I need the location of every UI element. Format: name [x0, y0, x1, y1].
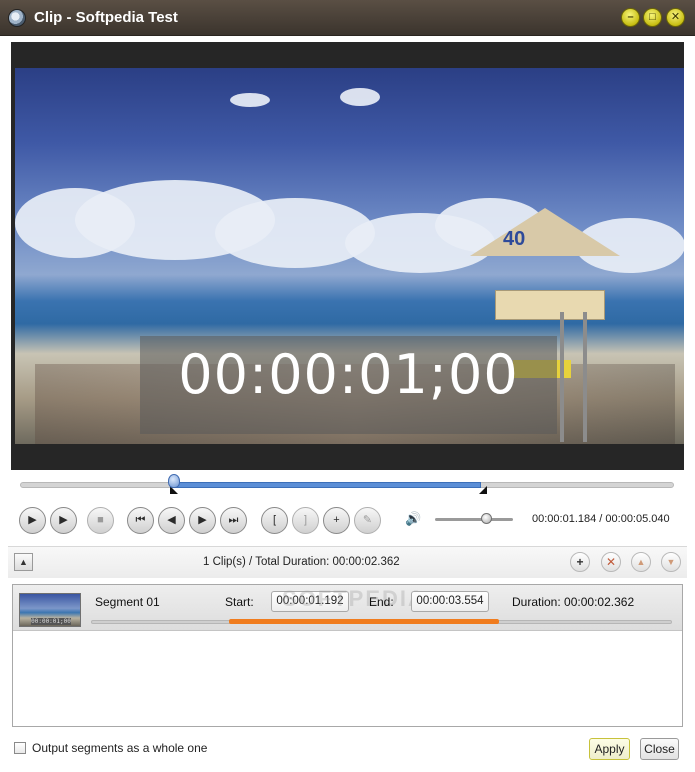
- maximize-icon: □: [649, 11, 656, 23]
- segment-name: Segment 01: [95, 595, 160, 609]
- edit-button[interactable]: ✎: [354, 507, 381, 534]
- current-time: 00:00:01.184: [532, 513, 597, 525]
- pencil-icon: ✎: [362, 514, 373, 526]
- close-window-button[interactable]: ✕: [666, 8, 685, 27]
- play-icon: ▶: [28, 514, 37, 526]
- playhead-handle[interactable]: [167, 474, 180, 488]
- window-title: Clip - Softpedia Test: [34, 9, 178, 26]
- timeline-selection[interactable]: [174, 482, 482, 488]
- tower-sign: 40: [503, 228, 526, 250]
- next-frame-button[interactable]: ▶: [189, 507, 216, 534]
- move-up-icon: ▲: [636, 557, 646, 567]
- film-reel-icon: [8, 9, 26, 27]
- time-readout: 00:00:01.184 / 00:00:05.040: [532, 513, 670, 525]
- skip-end-icon: ⏭: [228, 514, 239, 526]
- start-label: Start:: [225, 595, 254, 609]
- volume-handle[interactable]: [480, 513, 492, 524]
- output-whole-checkbox[interactable]: [14, 742, 26, 754]
- duration-value: 00:00:02.362: [564, 595, 635, 609]
- step-back-icon: ◀: [167, 514, 176, 526]
- set-end-button[interactable]: ]: [292, 507, 319, 534]
- mark-out-icon: ]: [303, 514, 308, 526]
- total-time: 00:00:05.040: [605, 513, 670, 525]
- go-to-start-button[interactable]: ⏮: [127, 507, 154, 534]
- end-time-field[interactable]: 00:00:03.554: [411, 591, 489, 612]
- segment-duration: Duration: 00:00:02.362: [512, 595, 634, 609]
- delete-icon: ✕: [605, 555, 617, 569]
- apply-button[interactable]: Apply: [589, 738, 630, 760]
- minimize-icon: –: [627, 11, 634, 23]
- set-start-button[interactable]: [: [261, 507, 288, 534]
- skip-start-icon: ⏮: [135, 514, 146, 526]
- collapse-button[interactable]: ▲: [14, 553, 33, 571]
- mark-in-icon: [: [272, 514, 277, 526]
- stop-button[interactable]: ■: [87, 507, 114, 534]
- move-down-icon: ▼: [666, 557, 676, 567]
- end-marker[interactable]: [479, 486, 488, 494]
- timecode-overlay: 00:00:01;00: [178, 343, 519, 406]
- previous-frame-button[interactable]: ◀: [158, 507, 185, 534]
- speaker-icon[interactable]: 🔊: [405, 511, 421, 527]
- lifeguard-tower-roof: [470, 208, 620, 256]
- cloud: [230, 93, 270, 107]
- triangle-up-icon: ▲: [19, 557, 28, 567]
- duration-label: Duration:: [512, 595, 561, 609]
- minimize-button[interactable]: –: [621, 8, 640, 27]
- close-button[interactable]: Close: [640, 738, 679, 760]
- add-document-icon: +: [333, 514, 340, 526]
- tower-pole: [560, 312, 564, 442]
- add-icon: +: [576, 555, 584, 569]
- move-down-button[interactable]: ▼: [661, 552, 681, 572]
- output-whole-label[interactable]: Output segments as a whole one: [32, 741, 207, 755]
- maximize-button[interactable]: □: [643, 8, 662, 27]
- segment-thumbnail-time: 00:00:01;00: [31, 618, 71, 625]
- stop-icon: ■: [97, 514, 104, 526]
- step-forward-icon: ▶: [198, 514, 207, 526]
- play-button[interactable]: ▶: [19, 507, 46, 534]
- cloud: [340, 88, 380, 106]
- close-icon: ✕: [670, 11, 681, 23]
- segment-range-fill: [229, 619, 499, 624]
- move-up-button[interactable]: ▲: [631, 552, 651, 572]
- add-segment-button[interactable]: +: [570, 552, 590, 572]
- new-segment-button[interactable]: +: [323, 507, 350, 534]
- play-segment-icon: ▶: [59, 514, 68, 526]
- go-to-end-button[interactable]: ⏭: [220, 507, 247, 534]
- softpedia-watermark: SOFTPEDIA: [282, 586, 426, 611]
- clips-summary: 1 Clip(s) / Total Duration: 00:00:02.362: [203, 556, 400, 568]
- volume-slider[interactable]: [435, 518, 513, 521]
- end-label: End:: [369, 595, 394, 609]
- play-segment-button[interactable]: ▶: [50, 507, 77, 534]
- delete-segment-button[interactable]: ✕: [601, 552, 621, 572]
- tower-pole: [583, 312, 587, 442]
- lifeguard-tower-cabin: [495, 290, 605, 320]
